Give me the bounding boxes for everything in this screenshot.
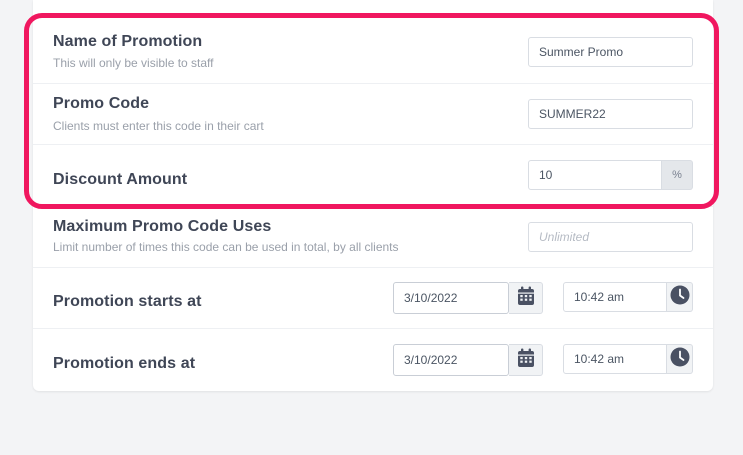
start-time-input[interactable]: 10:42 am xyxy=(563,282,667,312)
promo-name-label: Name of Promotion xyxy=(53,33,203,50)
discount-input[interactable]: 10 xyxy=(528,160,662,190)
start-date-input[interactable]: 3/10/2022 xyxy=(393,282,509,314)
start-time-picker-button[interactable] xyxy=(667,282,693,312)
end-time-picker-button[interactable] xyxy=(667,344,693,374)
calendar-icon xyxy=(517,286,535,311)
discount-row: Discount Amount 10 % xyxy=(33,145,713,207)
promotion-form-card: Name of Promotion This will only be visi… xyxy=(33,0,713,391)
end-time-input[interactable]: 10:42 am xyxy=(563,344,667,374)
starts-label: Promotion starts at xyxy=(53,293,202,310)
max-uses-input[interactable]: Unlimited xyxy=(528,222,693,252)
promo-name-hint: This will only be visible to staff xyxy=(53,56,214,70)
end-date-picker-button[interactable] xyxy=(509,344,543,376)
ends-label: Promotion ends at xyxy=(53,355,196,372)
promo-code-label: Promo Code xyxy=(53,95,150,112)
discount-label: Discount Amount xyxy=(53,171,188,188)
max-uses-label: Maximum Promo Code Uses xyxy=(53,218,272,235)
clock-icon xyxy=(670,285,690,310)
promo-code-row: Promo Code Clients must enter this code … xyxy=(33,84,713,145)
max-uses-hint: Limit number of times this code can be u… xyxy=(53,240,399,254)
promo-code-hint: Clients must enter this code in their ca… xyxy=(53,119,264,133)
percent-addon: % xyxy=(662,160,693,190)
start-date-picker-button[interactable] xyxy=(509,282,543,314)
end-date-input[interactable]: 3/10/2022 xyxy=(393,344,509,376)
max-uses-row: Maximum Promo Code Uses Limit number of … xyxy=(33,207,713,268)
promo-name-input[interactable]: Summer Promo xyxy=(528,37,693,67)
promo-name-row: Name of Promotion This will only be visi… xyxy=(33,22,713,84)
ends-row: Promotion ends at 3/10/2022 10:42 am xyxy=(33,329,713,391)
clock-icon xyxy=(670,347,690,372)
promo-code-input[interactable]: SUMMER22 xyxy=(528,99,693,129)
calendar-icon xyxy=(517,348,535,373)
starts-row: Promotion starts at 3/10/2022 10:42 am xyxy=(33,268,713,329)
